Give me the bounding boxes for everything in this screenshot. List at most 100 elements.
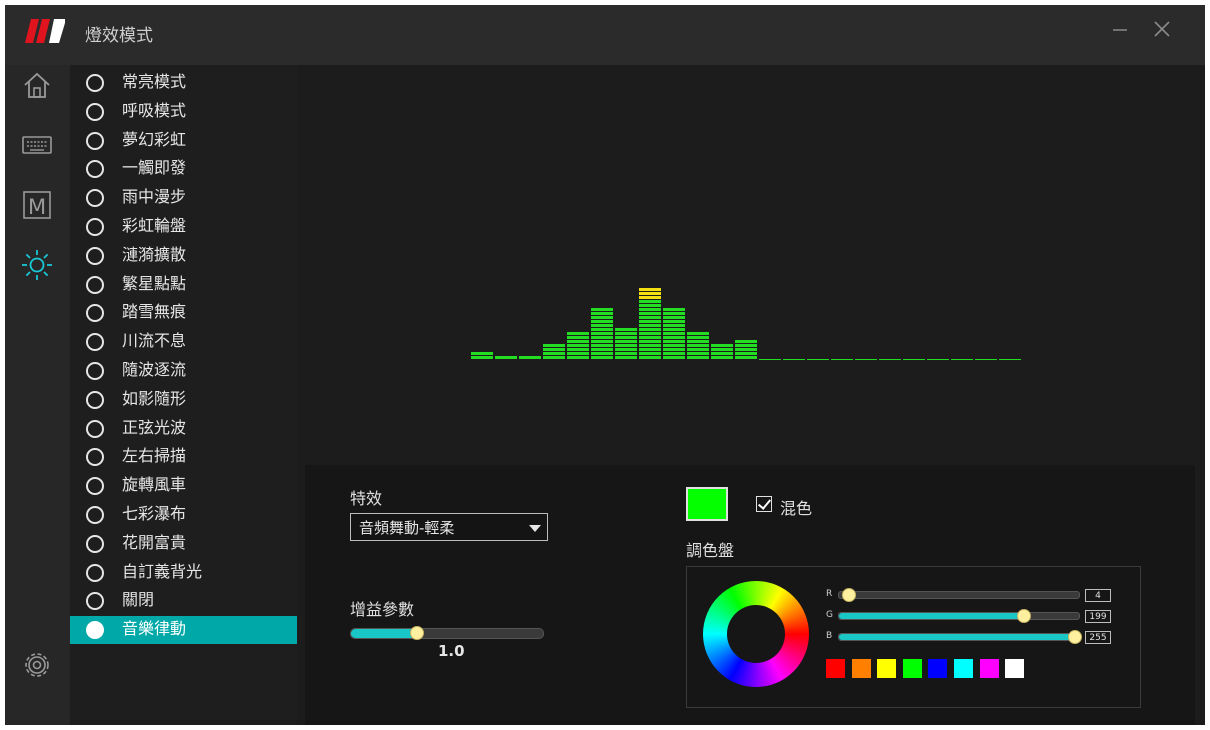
mode-item[interactable]: 自訂義背光 [70, 559, 297, 587]
equalizer-bar [759, 359, 781, 360]
mode-radio[interactable] [86, 362, 104, 380]
gain-label: 增益參數 [350, 600, 415, 619]
green-value[interactable]: 199 [1085, 610, 1111, 623]
mode-item[interactable]: 漣漪擴散 [70, 242, 297, 270]
mode-item[interactable]: 一觸即發 [70, 155, 297, 183]
equalizer-bar [711, 344, 733, 359]
mode-radio[interactable] [86, 448, 104, 467]
mix-color-checkbox[interactable] [756, 496, 772, 512]
mode-item[interactable]: 夢幻彩虹 [70, 127, 297, 155]
mode-item[interactable]: 音樂律動 [70, 616, 297, 645]
mode-item[interactable]: 彩虹輪盤 [70, 213, 297, 241]
mode-item[interactable]: 踏雪無痕 [70, 299, 297, 327]
mode-radio[interactable] [86, 189, 104, 208]
green-slider-handle[interactable] [1017, 609, 1031, 623]
mode-label: 七彩瀑布 [122, 504, 187, 523]
keyboard-icon [22, 136, 52, 154]
green-slider[interactable] [838, 609, 1080, 623]
mode-label: 旋轉風車 [122, 475, 187, 495]
nav-home-button[interactable] [19, 67, 55, 103]
mode-item[interactable]: 繁星點點 [70, 271, 297, 299]
window-title: 燈效模式 [85, 26, 153, 46]
dropdown-arrow-icon [529, 525, 541, 532]
mode-item[interactable]: 正弦光波 [70, 415, 297, 443]
settings-icon [25, 653, 49, 677]
gain-slider-fill [351, 629, 417, 638]
mode-radio[interactable] [86, 304, 104, 323]
close-button[interactable] [1145, 15, 1179, 49]
mode-label: 川流不息 [122, 331, 187, 351]
effect-dropdown[interactable]: 音頻舞動-輕柔 [350, 513, 548, 541]
color-wheel[interactable] [703, 581, 809, 687]
mode-radio[interactable] [86, 592, 104, 611]
mode-item[interactable]: 呼吸模式 [70, 98, 297, 126]
nav-lighting-button[interactable] [19, 247, 55, 283]
mode-label: 踏雪無痕 [122, 302, 187, 322]
mode-radio[interactable] [86, 621, 104, 640]
preset-swatch[interactable] [979, 659, 999, 678]
mode-radio[interactable] [86, 160, 104, 179]
red-slider[interactable] [838, 588, 1080, 602]
blue-slider[interactable] [838, 630, 1082, 644]
mode-label: 音樂律動 [122, 619, 187, 639]
red-slider-handle[interactable] [842, 588, 856, 602]
equalizer-bar [855, 359, 877, 360]
mix-color-label: 混色 [780, 499, 813, 518]
mode-radio[interactable] [86, 477, 104, 496]
green-label: G [826, 610, 833, 620]
equalizer-bar [927, 359, 949, 360]
mode-item[interactable]: 雨中漫步 [70, 184, 297, 212]
mode-label: 彩虹輪盤 [122, 216, 187, 235]
mode-radio[interactable] [86, 218, 104, 236]
preset-swatch[interactable] [928, 659, 948, 678]
mode-item[interactable]: 川流不息 [70, 328, 297, 356]
preset-swatch[interactable] [826, 659, 845, 678]
blue-value[interactable]: 255 [1085, 631, 1111, 644]
equalizer-bar [615, 328, 637, 359]
mode-item[interactable]: 花開富貴 [70, 530, 297, 558]
mode-radio[interactable] [86, 131, 104, 150]
home-icon [24, 72, 50, 98]
mode-radio[interactable] [86, 506, 104, 524]
red-value[interactable]: 4 [1085, 589, 1111, 602]
mode-radio[interactable] [86, 102, 104, 121]
mode-radio[interactable] [86, 246, 104, 265]
mode-radio[interactable] [86, 534, 104, 553]
mode-item[interactable]: 左右掃描 [70, 443, 297, 471]
mode-radio[interactable] [86, 333, 104, 352]
effect-label: 特效 [350, 489, 383, 508]
preset-swatch[interactable] [902, 659, 922, 678]
preset-swatch[interactable] [954, 659, 973, 678]
preset-swatch[interactable] [1005, 659, 1025, 678]
mode-item[interactable]: 如影隨形 [70, 386, 297, 414]
mode-item[interactable]: 七彩瀑布 [70, 501, 297, 529]
nav-keyboard-button[interactable] [19, 127, 55, 163]
equalizer-bar [951, 359, 973, 360]
macro-icon: M [23, 191, 51, 219]
equalizer-bar [519, 356, 541, 359]
minimize-button[interactable] [1103, 15, 1137, 49]
mode-radio[interactable] [86, 74, 104, 92]
title-bar: 燈效模式 [5, 5, 1205, 65]
blue-label: B [826, 631, 833, 641]
mode-item[interactable]: 旋轉風車 [70, 472, 297, 500]
equalizer-bar [879, 359, 901, 360]
mode-radio[interactable] [86, 390, 104, 409]
gain-slider-handle[interactable] [410, 626, 425, 640]
mode-radio[interactable] [86, 563, 104, 582]
mode-radio[interactable] [86, 419, 104, 438]
brand-logo-icon [25, 19, 65, 43]
mode-item[interactable]: 隨波逐流 [70, 357, 297, 385]
nav-macro-button[interactable]: M [19, 187, 55, 223]
mode-item[interactable]: 關閉 [70, 587, 297, 615]
mode-item[interactable]: 常亮模式 [70, 69, 297, 97]
current-color-swatch[interactable] [686, 487, 728, 521]
mode-radio[interactable] [86, 275, 104, 294]
mode-label: 漣漪擴散 [122, 244, 187, 264]
preset-swatch[interactable] [877, 659, 897, 678]
blue-slider-handle[interactable] [1068, 630, 1082, 644]
nav-settings-button[interactable] [19, 647, 55, 683]
preset-swatch[interactable] [851, 659, 871, 678]
gain-slider[interactable] [350, 626, 544, 640]
effect-dropdown-value: 音頻舞動-輕柔 [359, 519, 455, 537]
